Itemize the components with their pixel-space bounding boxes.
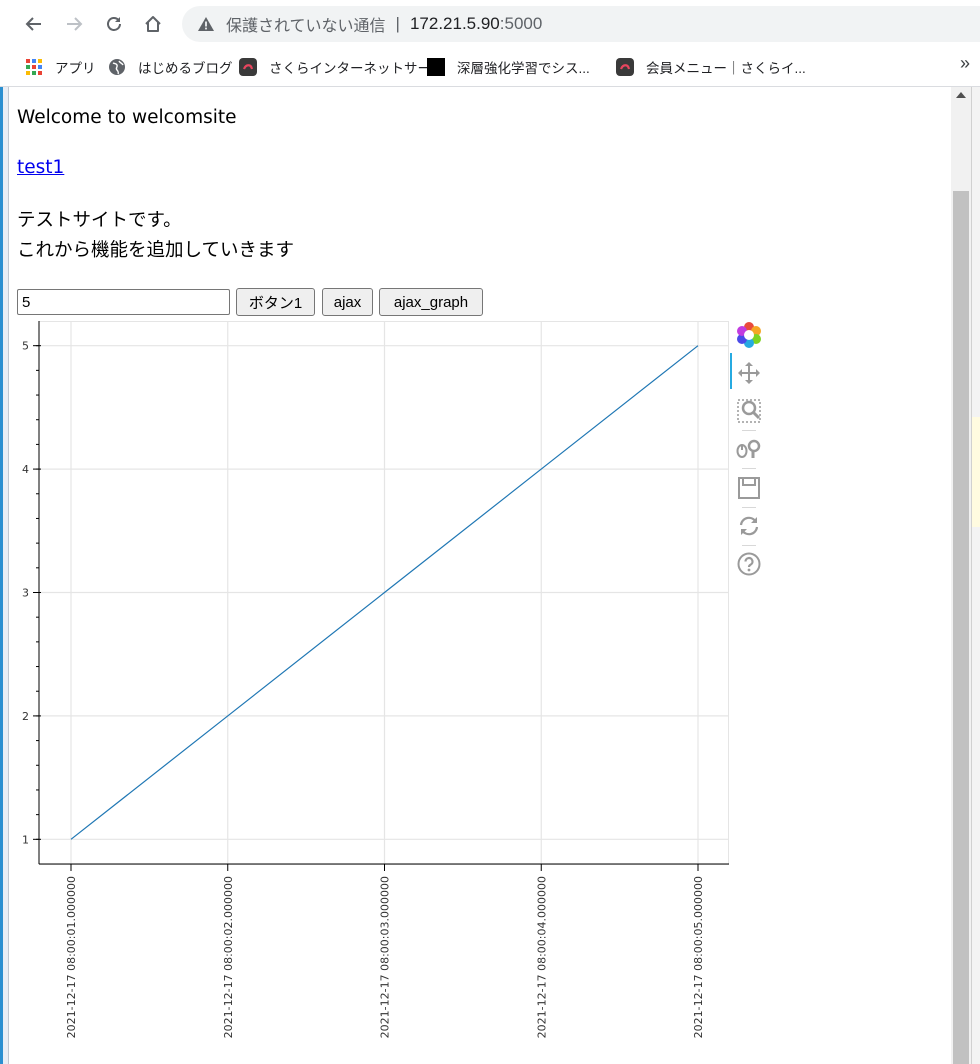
y-tick-label: 2	[22, 710, 29, 723]
bookmark-member-menu[interactable]: 会員メニュー｜さくらイ...	[616, 54, 806, 80]
button1[interactable]: ボタン1	[236, 288, 315, 316]
number-input[interactable]	[17, 289, 230, 315]
bookmark-deep-rl[interactable]: 深層強化学習でシス...	[427, 54, 590, 80]
plot-toolbar	[730, 321, 770, 581]
help-icon[interactable]	[735, 550, 763, 578]
forward-button[interactable]	[59, 9, 89, 39]
box-zoom-icon[interactable]	[735, 397, 763, 425]
description-line-2: これから機能を追加していきます	[17, 240, 294, 261]
address-separator: |	[395, 14, 400, 33]
y-tick-label: 4	[22, 463, 29, 476]
sakura-icon	[239, 58, 257, 76]
scrollbar-thumb[interactable]	[953, 191, 969, 1064]
bookmarks-bar: アプリ はじめるブログ さくらインターネットサー... 深層強化学習でシス...	[0, 48, 980, 86]
line-chart[interactable]: 1 2 3 4 5 2021-12-17 08:00:01.000000 2021-12-1…	[9, 321, 769, 1061]
toolbar-separator	[742, 545, 756, 546]
bookmark-label: はじめるブログ	[138, 61, 233, 76]
apps-grid-icon	[25, 58, 43, 76]
y-tick-label: 1	[22, 833, 29, 846]
reload-icon	[107, 17, 121, 31]
y-tick-label: 3	[22, 587, 29, 600]
toolbar-separator	[742, 430, 756, 431]
more-bookmarks-button[interactable]: »	[960, 53, 970, 74]
bookmark-sakura-internet[interactable]: さくらインターネットサー...	[239, 54, 442, 80]
description: テストサイトです。 これから機能を追加していきます	[17, 206, 294, 266]
bookmark-label: 会員メニュー｜さくらイ...	[646, 61, 806, 76]
toolbar-separator	[742, 468, 756, 469]
bookmark-blog[interactable]: はじめるブログ	[108, 54, 233, 80]
url-host: 172.21.5.90	[409, 14, 500, 33]
wheel-zoom-icon[interactable]	[735, 435, 763, 463]
active-tool-indicator	[730, 353, 732, 389]
navigation-bar: 保護されていない通信 | 172.21.5.90:5000	[0, 0, 980, 48]
test1-link[interactable]: test1	[17, 157, 64, 178]
reset-icon[interactable]	[735, 512, 763, 540]
page-content: Welcome to welcomsite test1 テストサイトです。 これ…	[9, 87, 951, 1064]
sakura-icon	[616, 58, 634, 76]
x-tick-label: 2021-12-17 08:00:04.000000	[535, 876, 548, 1038]
y-tick-label: 5	[22, 340, 29, 353]
back-button[interactable]	[19, 9, 49, 39]
black-square-icon	[427, 58, 445, 76]
globe-icon	[108, 58, 126, 76]
forward-arrow-icon	[67, 17, 83, 31]
x-tick-label: 2021-12-17 08:00:01.000000	[65, 876, 78, 1038]
bookmark-apps[interactable]: アプリ	[25, 54, 96, 80]
bokeh-logo-icon[interactable]	[735, 321, 763, 349]
save-icon[interactable]	[735, 474, 763, 502]
bookmark-label: アプリ	[55, 61, 96, 76]
vertical-scrollbar[interactable]	[951, 87, 971, 1064]
x-tick-label: 2021-12-17 08:00:05.000000	[692, 876, 705, 1038]
home-button[interactable]	[138, 9, 168, 39]
browser-chrome: 保護されていない通信 | 172.21.5.90:5000 アプリ はじめるブロ…	[0, 0, 980, 87]
warning-icon	[196, 14, 216, 34]
description-line-1: テストサイトです。	[17, 210, 182, 231]
welcome-text: Welcome to welcomsite	[17, 107, 237, 128]
pan-icon[interactable]	[735, 359, 763, 387]
address-bar[interactable]: 保護されていない通信 | 172.21.5.90:5000	[182, 6, 980, 42]
chart-svg: 1 2 3 4 5 2021-12-17 08:00:01.000000 2021-12-1…	[22, 321, 729, 1038]
url-port: :5000	[499, 14, 543, 33]
toolbar-separator	[742, 507, 756, 508]
bookmark-label: 深層強化学習でシス...	[457, 61, 590, 76]
security-status[interactable]: 保護されていない通信	[226, 12, 386, 36]
back-arrow-icon	[25, 17, 41, 31]
bookmark-label: さくらインターネットサー...	[269, 61, 443, 76]
window-left-edge	[0, 87, 9, 1064]
ajax-graph-button[interactable]: ajax_graph	[379, 288, 483, 316]
window-right-edge	[971, 87, 980, 1064]
home-icon	[145, 16, 161, 32]
scroll-up-arrow[interactable]	[956, 92, 966, 98]
ajax-button[interactable]: ajax	[322, 288, 373, 316]
x-tick-label: 2021-12-17 08:00:02.000000	[222, 876, 235, 1038]
x-tick-label: 2021-12-17 08:00:03.000000	[379, 876, 392, 1038]
reload-button[interactable]	[99, 9, 129, 39]
